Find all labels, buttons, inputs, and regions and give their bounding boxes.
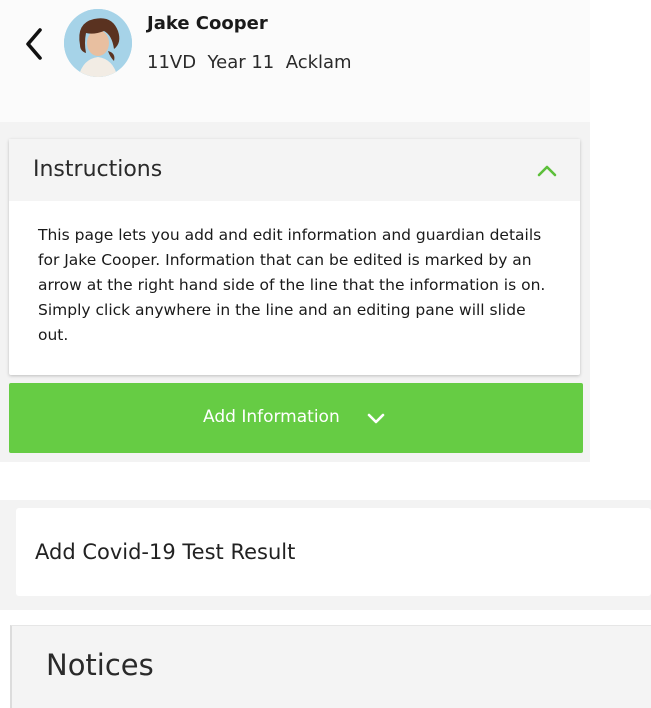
notices-title: Notices <box>46 648 154 682</box>
student-meta: 11VD Year 11 Acklam <box>147 52 352 73</box>
instructions-toggle[interactable]: Instructions <box>9 139 580 201</box>
instructions-text: This page lets you add and edit informat… <box>38 226 546 344</box>
instructions-title: Instructions <box>33 157 163 182</box>
instructions-card: Instructions This page lets you add and … <box>9 139 580 375</box>
add-information-button[interactable]: Add Information <box>9 383 583 453</box>
back-button[interactable] <box>22 24 48 64</box>
avatar <box>64 9 132 77</box>
student-header: Jake Cooper 11VD Year 11 Acklam <box>0 0 590 122</box>
add-information-label: Add Information <box>203 407 340 427</box>
chevron-down-icon <box>367 413 385 424</box>
chevron-left-icon <box>26 28 42 60</box>
notices-panel[interactable]: Notices <box>10 625 651 708</box>
add-covid-test-result-button[interactable]: Add Covid-19 Test Result <box>16 508 651 596</box>
chevron-up-icon <box>537 165 557 177</box>
student-name: Jake Cooper <box>147 13 268 34</box>
covid-label: Add Covid-19 Test Result <box>35 540 296 564</box>
